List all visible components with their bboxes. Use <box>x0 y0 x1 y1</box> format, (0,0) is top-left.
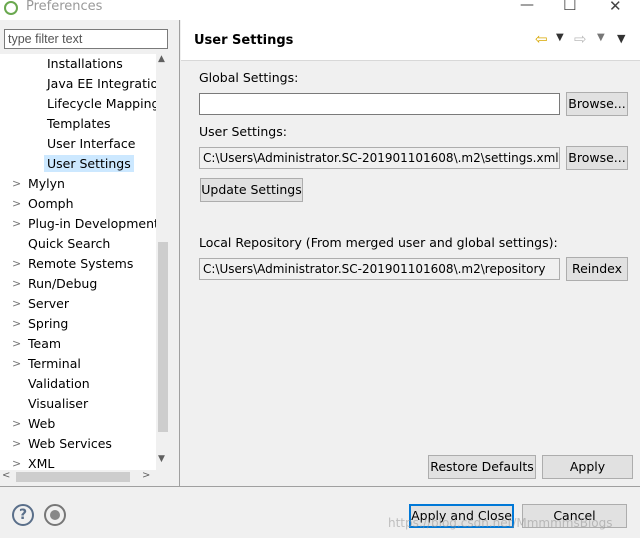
title-bar: Preferences — ☐ ✕ <box>0 0 640 20</box>
watermark: https://blog.csdn.net/MmmmmsBlogs <box>388 516 613 530</box>
tree-item-label: Team <box>28 336 62 351</box>
tree-item[interactable]: Quick Search <box>28 234 110 254</box>
expand-chevron-icon[interactable]: > <box>12 354 21 374</box>
tree-item-label: User Interface <box>47 136 136 151</box>
apply-button[interactable]: Apply <box>542 455 633 479</box>
close-icon[interactable]: ✕ <box>609 0 622 15</box>
tree-item[interactable]: > Team <box>12 334 62 354</box>
tree-item-label: Terminal <box>28 356 81 371</box>
forward-arrow-icon[interactable]: ⇨ <box>574 30 587 48</box>
filter-input[interactable] <box>4 29 168 49</box>
tree-item-label: Web Services <box>28 436 112 451</box>
tree-item[interactable]: Validation <box>28 374 90 394</box>
tree-item[interactable]: > Run/Debug <box>12 274 98 294</box>
tree-item[interactable]: Installations <box>47 54 123 74</box>
tree-item-label: Java EE Integration <box>47 76 156 91</box>
tree-item[interactable]: > Spring <box>12 314 69 334</box>
user-browse-button[interactable]: Browse... <box>566 146 628 170</box>
forward-menu-chevron-icon[interactable]: ▼ <box>597 32 605 43</box>
tree-item[interactable]: > Web Services <box>12 434 112 454</box>
tree-item-label: Templates <box>47 116 111 131</box>
tree-item-label: Visualiser <box>28 396 89 411</box>
global-settings-label: Global Settings: <box>199 70 299 85</box>
tree-item[interactable]: > Web <box>12 414 56 434</box>
tree-item-label: XML <box>28 456 55 470</box>
restore-defaults-button[interactable]: Restore Defaults <box>428 455 536 479</box>
expand-chevron-icon[interactable]: > <box>12 214 21 234</box>
expand-chevron-icon[interactable]: > <box>12 414 21 434</box>
expand-chevron-icon[interactable]: > <box>12 454 21 470</box>
tree-item-label: Installations <box>47 56 123 71</box>
tree-item-label: Lifecycle Mapping <box>47 96 156 111</box>
tree-item[interactable]: Java EE Integration <box>47 74 156 94</box>
eclipse-app-icon <box>4 1 18 15</box>
local-repository-label: Local Repository (From merged user and g… <box>199 235 558 250</box>
page-header: User Settings ⇦ ▼ ⇨ ▼ ▼ <box>181 20 640 60</box>
back-menu-chevron-icon[interactable]: ▼ <box>556 32 564 43</box>
global-browse-button[interactable]: Browse... <box>566 92 628 116</box>
tree-item[interactable]: > Plug-in Development <box>12 214 156 234</box>
local-repository-field[interactable]: C:\Users\Administrator.SC-201901101608\.… <box>199 258 560 280</box>
tree-item-label: Run/Debug <box>28 276 98 291</box>
tree-item-label: User Settings <box>44 155 134 172</box>
user-settings-label: User Settings: <box>199 124 287 139</box>
tree-item[interactable]: > Remote Systems <box>12 254 134 274</box>
tree-item[interactable]: Visualiser <box>28 394 88 414</box>
tree-item-label: Mylyn <box>28 176 65 191</box>
tree-item[interactable]: > Oomph <box>12 194 74 214</box>
tree-item[interactable]: Templates <box>47 114 111 134</box>
tree-item[interactable]: Lifecycle Mapping <box>47 94 156 114</box>
scroll-right-icon[interactable]: > <box>142 470 150 481</box>
tree-item[interactable]: > Server <box>12 294 69 314</box>
expand-chevron-icon[interactable]: > <box>12 434 21 454</box>
maximize-icon[interactable]: ☐ <box>563 0 576 14</box>
tree-item-label: Spring <box>28 316 69 331</box>
tree-item-label: Oomph <box>28 196 74 211</box>
expand-chevron-icon[interactable]: > <box>12 294 21 314</box>
expand-chevron-icon[interactable]: > <box>12 174 21 194</box>
bottom-strip <box>0 538 640 547</box>
tree-horizontal-scrollbar[interactable]: < > <box>0 470 156 484</box>
tree-item[interactable]: > Mylyn <box>12 174 65 194</box>
scrollbar-thumb[interactable] <box>158 242 168 432</box>
user-settings-field[interactable]: C:\Users\Administrator.SC-201901101608\.… <box>199 147 560 169</box>
tree-item-label: Plug-in Development <box>28 216 156 231</box>
expand-chevron-icon[interactable]: > <box>12 194 21 214</box>
scroll-down-icon[interactable]: ▼ <box>158 454 165 464</box>
tree-item[interactable]: User Interface <box>47 134 135 154</box>
window-title: Preferences <box>26 0 103 14</box>
expand-chevron-icon[interactable]: > <box>12 274 21 294</box>
tree-item[interactable]: User Settings <box>44 154 134 174</box>
preference-tree: Installations Java EE Integration Lifecycl… <box>0 54 156 470</box>
scroll-up-icon[interactable]: ▲ <box>158 54 165 64</box>
expand-chevron-icon[interactable]: > <box>12 334 21 354</box>
view-menu-icon[interactable]: ▼ <box>617 32 625 45</box>
minimize-icon[interactable]: — <box>520 0 534 13</box>
expand-chevron-icon[interactable]: > <box>12 314 21 334</box>
scroll-left-icon[interactable]: < <box>2 470 10 481</box>
tree-vertical-scrollbar[interactable]: ▲ ▼ <box>156 54 170 470</box>
hscrollbar-thumb[interactable] <box>16 472 130 482</box>
tree-item-label: Server <box>28 296 69 311</box>
tree-item-label: Web <box>28 416 56 431</box>
tree-item-label: Validation <box>28 376 90 391</box>
panel-separator <box>179 20 180 486</box>
tree-item-label: Quick Search <box>28 236 111 251</box>
tree-item[interactable]: > Terminal <box>12 354 81 374</box>
back-arrow-icon[interactable]: ⇦ <box>535 30 548 48</box>
page-title: User Settings <box>194 33 294 48</box>
footer-divider <box>0 486 640 487</box>
import-export-icon[interactable] <box>44 504 66 526</box>
update-settings-button[interactable]: Update Settings <box>200 178 303 202</box>
expand-chevron-icon[interactable]: > <box>12 254 21 274</box>
help-icon[interactable]: ? <box>12 504 34 526</box>
header-divider <box>181 60 640 61</box>
reindex-button[interactable]: Reindex <box>566 257 628 281</box>
tree-item[interactable]: > XML <box>12 454 55 470</box>
global-settings-field[interactable] <box>199 93 560 115</box>
tree-item-label: Remote Systems <box>28 256 134 271</box>
